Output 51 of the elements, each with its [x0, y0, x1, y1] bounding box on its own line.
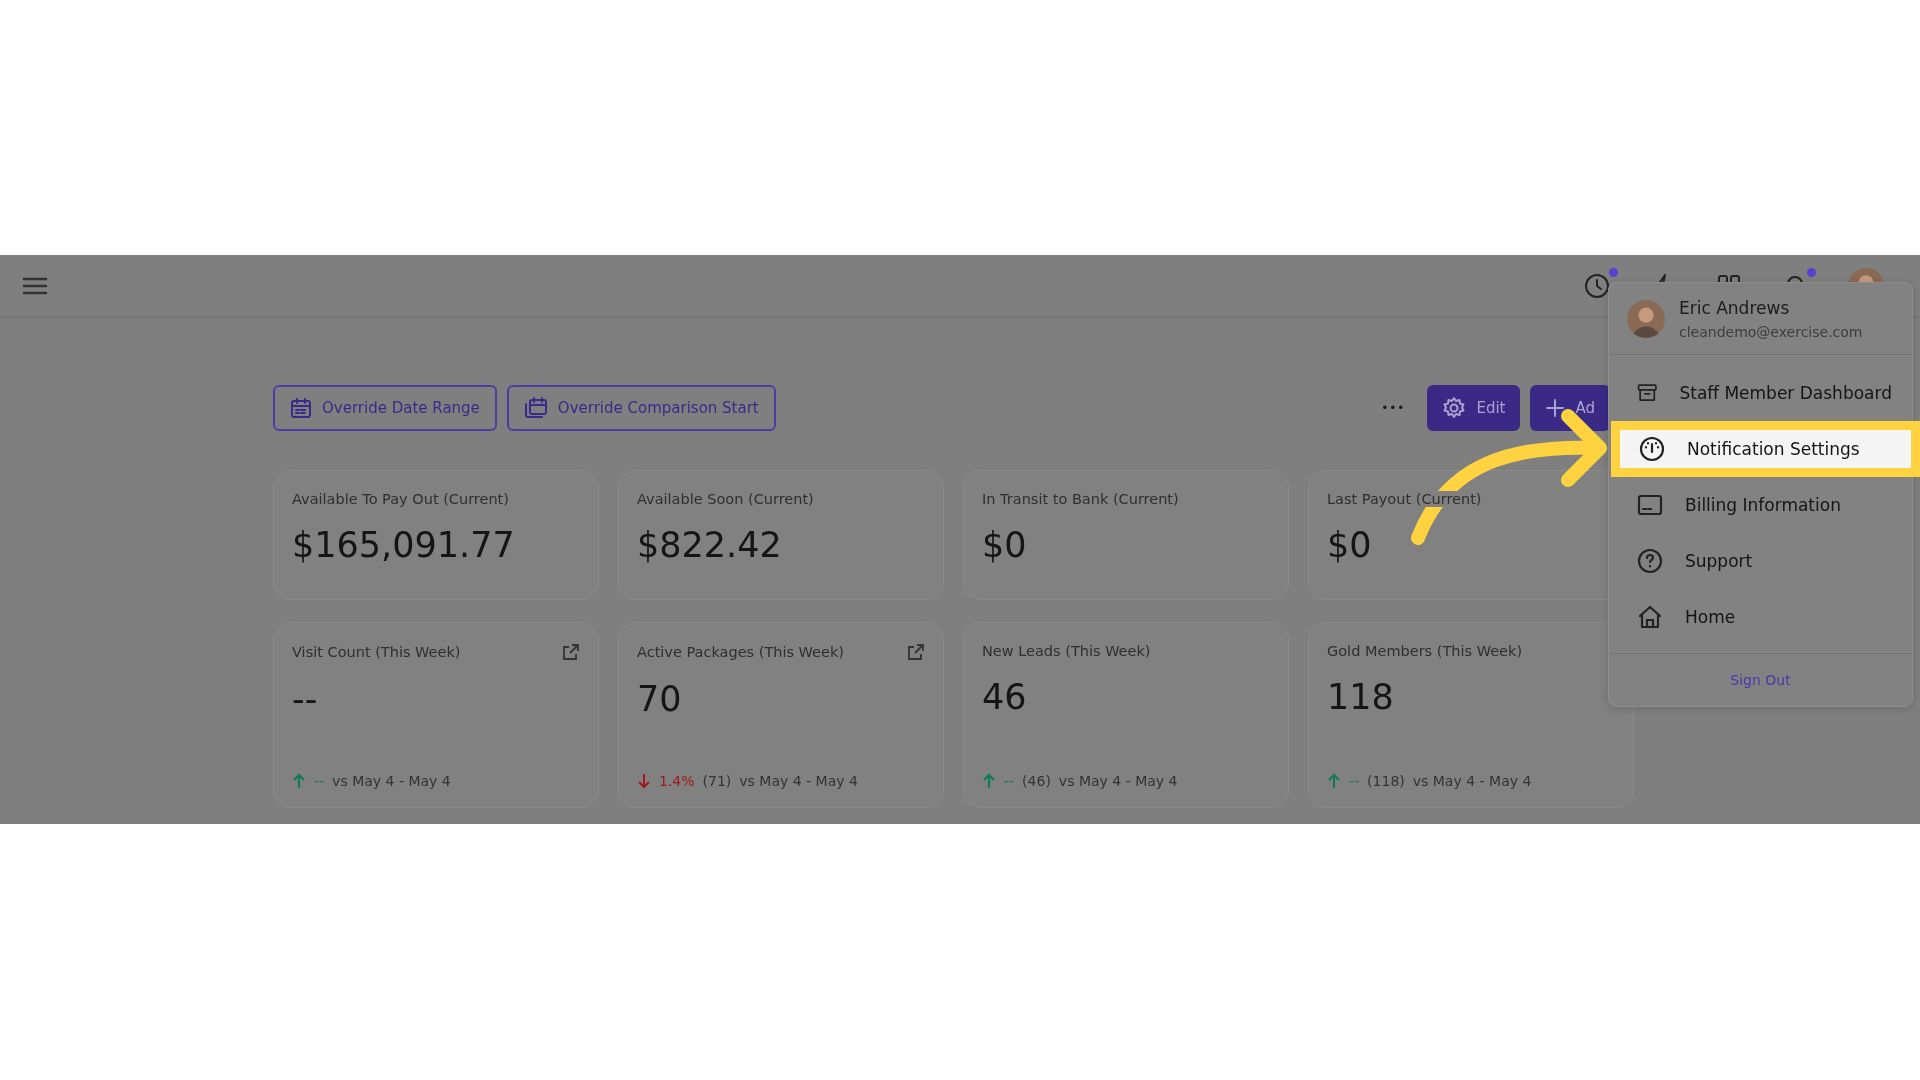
card-title: In Transit to Bank (Current) — [982, 491, 1179, 507]
card-title: Available To Pay Out (Current) — [292, 491, 509, 507]
trend-change: 1.4% — [659, 773, 695, 789]
comparison-range: vs May 4 - May 4 — [1058, 773, 1178, 789]
card-value: $0 — [1327, 525, 1373, 565]
comparison-range: vs May 4 - May 4 — [332, 773, 451, 789]
user-email: cleandemo@exercise.com — [1679, 323, 1863, 340]
menu-item[interactable]: Home — [1609, 589, 1912, 645]
previous-count: (71) — [702, 773, 732, 789]
card-title: Last Payout (Current) — [1327, 491, 1482, 507]
card-value: 46 — [982, 677, 1028, 717]
menu-item[interactable]: Notification Settings — [1611, 421, 1920, 477]
card-value: $822.42 — [637, 525, 783, 565]
menu-item[interactable]: Staff Member Dashboard — [1609, 365, 1912, 421]
trend-change: -- — [1004, 773, 1015, 789]
comparison-range: vs May 4 - May 4 — [739, 773, 858, 789]
card-title: New Leads (This Week) — [982, 643, 1151, 659]
home-icon — [1637, 604, 1663, 630]
card-value: $0 — [982, 525, 1028, 565]
card-title: Visit Count (This Week) — [292, 644, 461, 660]
avatar — [1627, 299, 1665, 338]
comparison-range: vs May 4 - May 4 — [1412, 773, 1532, 789]
trend-change: -- — [314, 773, 325, 789]
calendar-icon — [290, 397, 312, 419]
card-title: Available Soon (Current) — [637, 491, 814, 507]
clock-icon[interactable] — [1584, 272, 1610, 299]
card-value: 70 — [637, 679, 683, 719]
menu-item[interactable]: Support — [1609, 533, 1912, 589]
help-icon — [1637, 548, 1663, 574]
calendars-icon — [523, 397, 548, 419]
external-link-icon[interactable] — [562, 643, 580, 661]
more-button[interactable]: ••• — [1369, 385, 1418, 431]
trend-change: -- — [1349, 773, 1360, 789]
previous-count: (46) — [1022, 773, 1051, 789]
card-value: 118 — [1327, 677, 1395, 717]
external-link-icon[interactable] — [907, 643, 925, 661]
previous-count: (118) — [1367, 773, 1405, 789]
override-button[interactable]: Override Comparison Start — [506, 385, 776, 431]
gauge-icon — [1639, 436, 1665, 462]
card-title: Active Packages (This Week) — [637, 644, 844, 660]
edit-button[interactable]: Edit — [1427, 385, 1521, 431]
card-title: Gold Members (This Week) — [1327, 643, 1523, 659]
card-value: -- — [292, 679, 319, 719]
gear-icon — [1442, 396, 1467, 420]
menu-item[interactable]: Billing Information — [1609, 477, 1912, 533]
card-icon — [1637, 492, 1663, 518]
plus-icon — [1545, 398, 1566, 418]
menu-icon[interactable] — [22, 275, 48, 296]
user-name: Eric Andrews — [1679, 297, 1791, 318]
card-value: $165,091.77 — [292, 525, 516, 565]
override-button[interactable]: Override Date Range — [273, 385, 497, 431]
